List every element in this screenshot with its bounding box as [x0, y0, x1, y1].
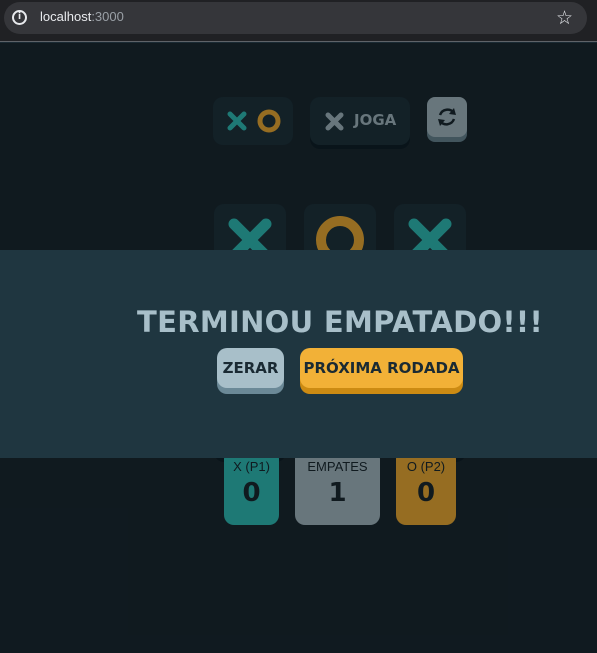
score-ties-label: EMPATES	[307, 459, 368, 474]
url-text[interactable]: localhost:3000	[40, 9, 124, 24]
x-icon	[227, 111, 247, 131]
restart-button[interactable]	[427, 97, 467, 137]
score-o-value: 0	[416, 478, 436, 508]
score-o: O (P2) 0	[396, 449, 456, 525]
url-host: localhost	[40, 9, 92, 24]
address-bar[interactable]: i localhost:3000 ☆	[4, 2, 587, 34]
turn-indicator: JOGA	[310, 97, 410, 145]
restart-icon	[438, 108, 456, 126]
score-x-label: X (P1)	[233, 459, 270, 474]
turn-label: JOGA	[354, 111, 397, 129]
result-title: TERMINOU EMPATADO!!!	[137, 305, 543, 339]
score-o-label: O (P2)	[406, 459, 446, 474]
url-port: :3000	[91, 9, 124, 24]
x-icon	[325, 112, 344, 131]
star-icon[interactable]: ☆	[556, 6, 573, 30]
score-x-value: 0	[242, 478, 261, 508]
browser-toolbar: i localhost:3000 ☆	[0, 0, 597, 42]
score-ties-value: 1	[328, 478, 347, 508]
score-ties: EMPATES 1	[295, 449, 380, 525]
reset-button[interactable]: ZERAR	[217, 348, 284, 388]
result-banner	[0, 250, 597, 458]
score-x: X (P1) 0	[224, 449, 279, 525]
next-round-button[interactable]: PRÓXIMA RODADA	[300, 348, 463, 388]
logo-icons	[227, 109, 281, 133]
o-icon	[257, 109, 281, 133]
logo	[213, 97, 293, 145]
info-icon[interactable]: i	[12, 10, 27, 25]
